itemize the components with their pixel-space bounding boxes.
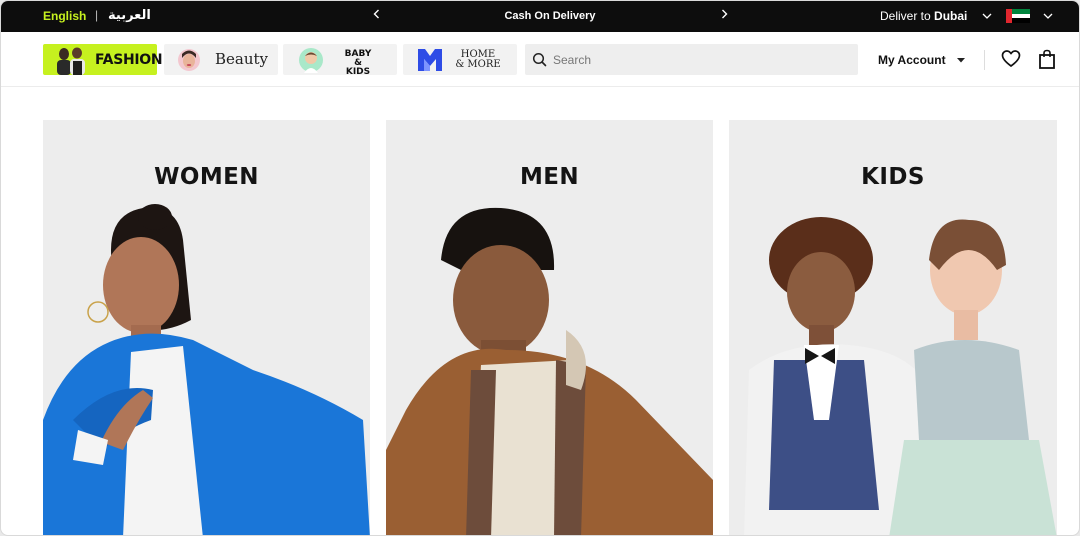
language-english-link[interactable]: English <box>43 9 86 23</box>
store-tab-baby-kids[interactable]: BABY & KIDS <box>283 44 397 77</box>
baby-kids-thumbnail <box>299 48 323 73</box>
store-tab-label: BABY & KIDS <box>341 50 375 77</box>
home-logo-icon <box>418 49 442 71</box>
category-title: WOMEN <box>154 164 259 190</box>
page: English | العربية Cash On Delivery Deliv… <box>0 0 1080 536</box>
heart-icon[interactable] <box>1001 49 1021 69</box>
category-title: MEN <box>519 164 580 190</box>
shopping-bag-icon[interactable] <box>1038 49 1056 69</box>
uae-flag-icon[interactable] <box>1006 9 1030 24</box>
category-card-men[interactable]: MEN <box>386 120 713 535</box>
site-header: FASHION Beauty BABY & KIDS HOME & MORE S… <box>1 32 1079 87</box>
category-card-kids[interactable]: KIDS <box>729 120 1057 535</box>
language-arabic-link[interactable]: العربية <box>108 7 151 23</box>
search-input[interactable] <box>553 44 853 75</box>
store-tab-beauty[interactable]: Beauty <box>164 44 278 75</box>
my-account-menu[interactable]: My Account <box>878 53 946 67</box>
category-title: KIDS <box>861 164 925 190</box>
deliver-to-selector[interactable]: Deliver to Dubai <box>880 9 967 23</box>
store-tab-label-line2: & KIDS <box>345 58 371 77</box>
deliver-city: Dubai <box>934 9 968 23</box>
chevron-right-icon[interactable] <box>717 7 731 21</box>
beauty-thumbnail <box>178 49 200 71</box>
fashion-thumbnail <box>57 47 85 75</box>
announcement-bar: English | العربية Cash On Delivery Deliv… <box>1 1 1079 32</box>
store-tab-label-line2: & MORE <box>455 59 501 70</box>
chevron-down-icon[interactable] <box>981 10 993 22</box>
store-tab-home-more[interactable]: HOME & MORE <box>403 44 517 75</box>
search-icon[interactable] <box>532 52 547 67</box>
caret-down-icon[interactable] <box>956 56 966 64</box>
promo-text: Cash On Delivery <box>504 10 596 22</box>
header-divider <box>984 50 985 70</box>
language-separator: | <box>95 8 99 22</box>
category-card-women[interactable]: WOMEN <box>43 120 370 535</box>
store-tab-fashion[interactable]: FASHION <box>43 44 163 75</box>
store-tab-label: FASHION <box>95 52 163 68</box>
chevron-down-icon[interactable] <box>1042 10 1054 22</box>
deliver-prefix: Deliver to <box>880 9 931 23</box>
chevron-left-icon[interactable] <box>370 7 384 21</box>
store-tab-label: Beauty <box>215 50 269 68</box>
search-bar <box>525 44 858 75</box>
store-tab-label: HOME & MORE <box>453 50 503 70</box>
